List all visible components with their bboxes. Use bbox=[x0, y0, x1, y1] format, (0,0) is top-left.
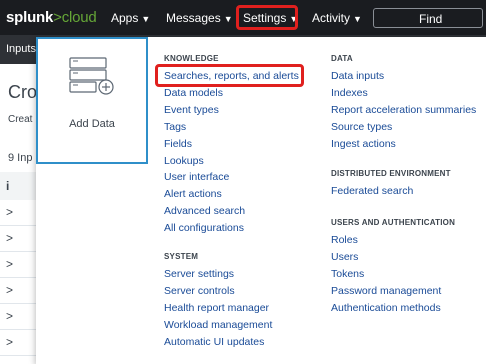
menu-item-tags[interactable]: Tags bbox=[164, 121, 186, 133]
data-heading: DATA bbox=[331, 54, 353, 63]
table-row[interactable]: > bbox=[0, 200, 40, 226]
activity-menu[interactable]: Activity ▼ bbox=[312, 11, 362, 25]
add-data-icon bbox=[69, 57, 114, 95]
distributed-environment-heading: DISTRIBUTED ENVIRONMENT bbox=[331, 169, 451, 178]
logo-splunk-text: splunk bbox=[6, 9, 54, 26]
page-subtitle: Creat bbox=[8, 114, 33, 125]
menu-item-source-types[interactable]: Source types bbox=[331, 121, 392, 133]
menu-item-alert-actions[interactable]: Alert actions bbox=[164, 188, 222, 200]
menu-item-tokens[interactable]: Tokens bbox=[331, 268, 364, 280]
menu-item-data-models[interactable]: Data models bbox=[164, 87, 223, 99]
table-row[interactable]: > bbox=[0, 330, 40, 356]
caret-down-icon: ▼ bbox=[353, 14, 362, 24]
inputs-count: 9 Inp bbox=[8, 152, 33, 164]
menu-item-authentication-methods[interactable]: Authentication methods bbox=[331, 302, 441, 314]
activity-menu-label: Activity bbox=[312, 11, 351, 25]
searches-highlight-box bbox=[155, 64, 304, 87]
find-label: Find bbox=[419, 12, 443, 26]
caret-down-icon: ▼ bbox=[223, 14, 233, 24]
menu-item-server-controls[interactable]: Server controls bbox=[164, 285, 235, 297]
chevron-right-icon[interactable]: > bbox=[6, 257, 13, 271]
chevron-right-icon[interactable]: > bbox=[6, 231, 13, 245]
users-authentication-heading: USERS AND AUTHENTICATION bbox=[331, 218, 456, 227]
messages-menu[interactable]: Messages ▼ bbox=[166, 11, 233, 25]
menu-item-fields[interactable]: Fields bbox=[164, 138, 192, 150]
menu-item-data-inputs[interactable]: Data inputs bbox=[331, 70, 384, 82]
add-data-tile[interactable]: Add Data bbox=[36, 37, 148, 164]
menu-item-indexes[interactable]: Indexes bbox=[331, 87, 368, 99]
top-nav-bar: splunk>cloud Apps ▼ Messages ▼ Settings ▼ A… bbox=[0, 0, 486, 35]
menu-item-advanced-search[interactable]: Advanced search bbox=[164, 205, 245, 217]
menu-item-server-settings[interactable]: Server settings bbox=[164, 268, 234, 280]
table-header: i bbox=[0, 172, 40, 200]
settings-highlight-box bbox=[236, 5, 298, 30]
menu-item-automatic-ui-updates[interactable]: Automatic UI updates bbox=[164, 336, 264, 348]
chevron-right-icon[interactable]: > bbox=[6, 309, 13, 323]
apps-menu-label: Apps bbox=[111, 11, 139, 25]
menu-item-roles[interactable]: Roles bbox=[331, 234, 358, 246]
chevron-right-icon[interactable]: > bbox=[6, 335, 13, 349]
chevron-right-icon[interactable]: > bbox=[6, 205, 13, 219]
menu-item-users[interactable]: Users bbox=[331, 251, 358, 263]
subnav-inputs-link[interactable]: Inputs bbox=[6, 43, 36, 55]
find-input[interactable]: Find bbox=[373, 8, 483, 28]
system-heading: SYSTEM bbox=[164, 252, 199, 261]
info-icon: i bbox=[6, 179, 10, 193]
menu-item-password-management[interactable]: Password management bbox=[331, 285, 441, 297]
logo-chevron-text: > bbox=[53, 9, 62, 26]
table-row[interactable]: > bbox=[0, 226, 40, 252]
chevron-right-icon[interactable]: > bbox=[6, 283, 13, 297]
apps-menu[interactable]: Apps ▼ bbox=[111, 11, 150, 25]
table-row[interactable]: > bbox=[0, 304, 40, 330]
caret-down-icon: ▼ bbox=[141, 14, 151, 24]
menu-item-lookups[interactable]: Lookups bbox=[164, 155, 204, 167]
add-data-label: Add Data bbox=[69, 118, 115, 130]
menu-item-federated-search[interactable]: Federated search bbox=[331, 185, 413, 197]
menu-item-event-types[interactable]: Event types bbox=[164, 104, 219, 116]
messages-menu-label: Messages bbox=[166, 11, 221, 25]
table-row[interactable]: > bbox=[0, 278, 40, 304]
menu-item-health-report-manager[interactable]: Health report manager bbox=[164, 302, 269, 314]
splunk-cloud-logo[interactable]: splunk>cloud bbox=[6, 9, 97, 26]
logo-cloud-text: cloud bbox=[61, 9, 97, 26]
knowledge-heading: KNOWLEDGE bbox=[164, 54, 219, 63]
menu-item-workload-management[interactable]: Workload management bbox=[164, 319, 272, 331]
menu-item-user-interface[interactable]: User interface bbox=[164, 171, 229, 183]
menu-item-report-acceleration-summaries[interactable]: Report acceleration summaries bbox=[331, 104, 476, 116]
table-row[interactable]: > bbox=[0, 252, 40, 278]
page-title: Cro bbox=[8, 82, 38, 102]
menu-item-all-configurations[interactable]: All configurations bbox=[164, 222, 244, 234]
menu-item-ingest-actions[interactable]: Ingest actions bbox=[331, 138, 396, 150]
